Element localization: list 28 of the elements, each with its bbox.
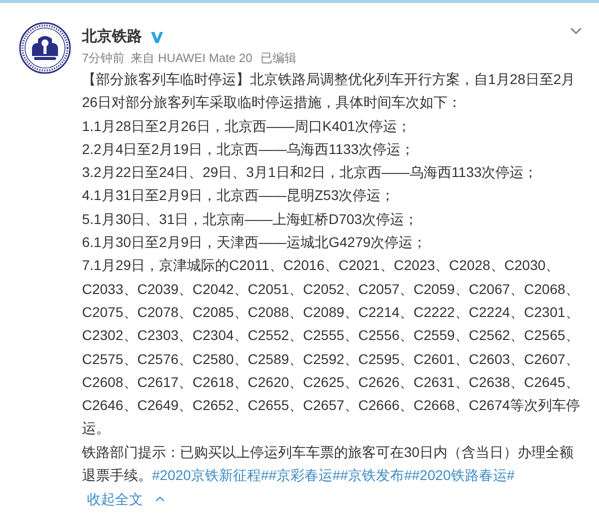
post-time[interactable]: 7分钟前 [82, 50, 125, 66]
logo-icon [19, 22, 71, 74]
post-text-line: 7.1月29日，京津城际的C2011、C2016、C2021、C2023、C2028、C2030、 [82, 256, 560, 276]
post-text-line: C2608、C2617、C2618、C2620、C2625、C2626、C2631、C2638、C2645、 [82, 372, 580, 392]
post-text-line: C2075、C2078、C2085、C2088、C2089、C2214、C2222、C2224、C2301、 [82, 302, 580, 322]
post-text-line: 26日对部分旅客列车采取临时停运措施，具体时间车次如下： [82, 93, 462, 112]
edited-label[interactable]: 已编辑 [260, 50, 296, 66]
hashtag-link[interactable]: #2020铁路春运# [412, 464, 515, 488]
post-text-line: C2575、C2576、C2580、C2589、C2592、C2595、C2601、C2603、C2607、 [82, 350, 580, 369]
hashtag-link[interactable]: #2020京铁新征程# [152, 464, 269, 488]
post-text-line: 2.2月4日至2月19日，北京西——乌海西1133次停运； [82, 140, 415, 159]
post-text-line: C2033、C2039、C2042、C2051、C2052、C2057、C2059、C2067、C2068、 [82, 280, 580, 299]
author-name[interactable]: 北京铁路 [82, 27, 142, 47]
post-text-line: C2646、C2649、C2652、C2655、C2657、C2666、C2668、C2674等次列车停 [82, 396, 580, 416]
post-text-line: 4.1月31日至2月9日，北京西——昆明Z53次停运； [82, 186, 395, 206]
post-text-line: 【部分旅客列车临时停运】北京铁路局调整优化列车开行方案，自1月28日至2月 [82, 70, 576, 89]
post-text-line: 1.1月28日至2月26日，北京西——周口K401次停运； [82, 116, 412, 136]
post-text-line: 5.1月30日、31日，北京南——上海虹桥D703次停运； [82, 210, 418, 229]
post-text-line: 3.2月22日至24日、29日、3月1日和2日，北京西——乌海西1133次停运； [82, 163, 538, 182]
hashtag-link[interactable]: #京彩春运# [268, 464, 340, 488]
hashtag-link[interactable]: #京铁发布# [340, 464, 412, 488]
post-text-line: 铁路部门提示：已购买以上停运列车车票的旅客可在30日内（含当日）办理全额 [82, 442, 574, 462]
post-text-line: 退票手续。 [82, 466, 152, 486]
post-source: 来自 HUAWEI Mate 20 [130, 50, 252, 66]
post-text-line: 运。 [82, 419, 110, 438]
post-text-line: 6.1月30日至2月9日，天津西——运城北G4279次停运； [82, 233, 427, 252]
post-text-line: C2302、C2303、C2304、C2552、C2555、C2556、C2559、C2562、C2565、 [82, 326, 580, 346]
collapse-button[interactable]: 收起全文 [87, 489, 167, 510]
